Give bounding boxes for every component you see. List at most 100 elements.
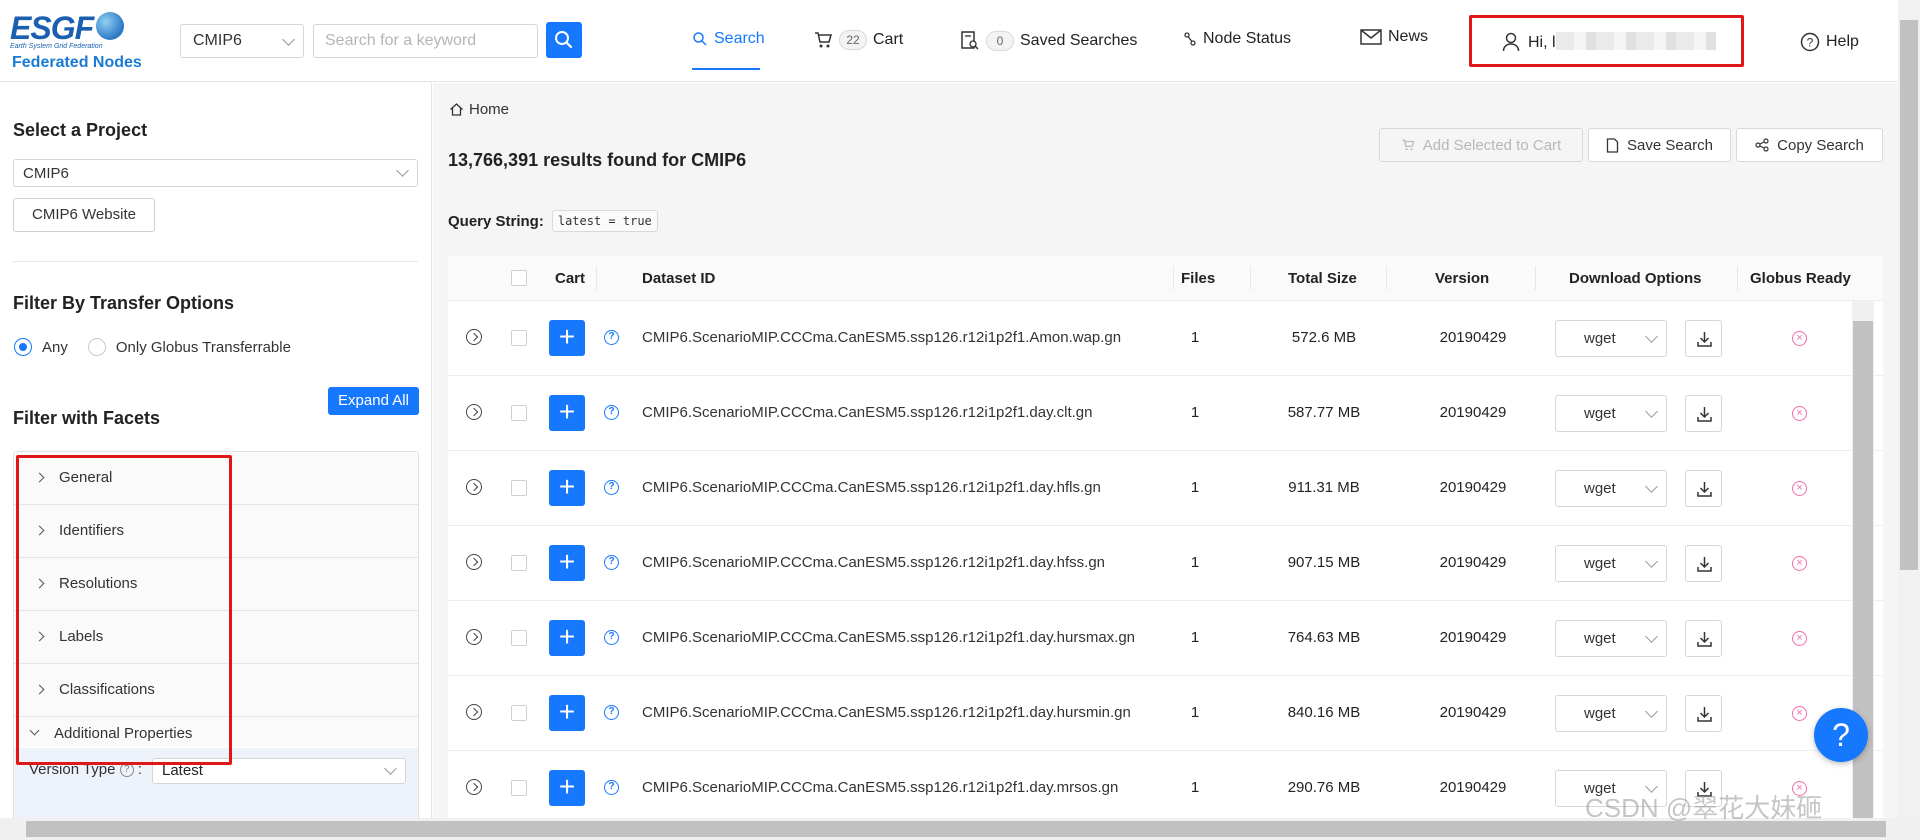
transfer-radio-group: Any Only Globus Transferrable (14, 338, 291, 356)
info-icon[interactable]: ? (604, 480, 619, 495)
download-icon (1697, 632, 1712, 647)
download-options-select[interactable]: wget (1555, 695, 1667, 732)
table-row[interactable]: +? CMIP6.ScenarioMIP.CCCma.CanESM5.ssp126… (448, 376, 1883, 451)
col-cart: Cart (555, 270, 586, 287)
col-separator (1250, 266, 1251, 290)
nav-search[interactable]: Search (692, 30, 765, 48)
add-to-cart-button[interactable]: + (549, 770, 585, 806)
search-button[interactable] (546, 22, 582, 58)
project-website-button[interactable]: CMIP6 Website (13, 198, 155, 232)
info-icon[interactable]: ? (604, 780, 619, 795)
download-button[interactable] (1685, 695, 1722, 732)
download-options-select[interactable]: wget (1555, 320, 1667, 357)
row-checkbox[interactable] (511, 405, 527, 421)
info-icon[interactable]: ? (604, 405, 619, 420)
info-icon[interactable]: ? (604, 630, 619, 645)
query-string-value: latest = true (551, 210, 658, 232)
file-count: 1 (1190, 329, 1200, 346)
radio-any[interactable] (14, 338, 32, 356)
save-search-label: Save Search (1627, 136, 1713, 154)
chevron-down-icon (1645, 705, 1658, 718)
help-fab-button[interactable]: ? (1814, 708, 1868, 762)
add-to-cart-button[interactable]: + (549, 545, 585, 581)
download-button[interactable] (1685, 470, 1722, 507)
version: 20190429 (1439, 629, 1507, 646)
nav-cart[interactable]: 22 Cart (813, 30, 903, 50)
expand-row-icon[interactable] (466, 629, 482, 645)
row-checkbox[interactable] (511, 780, 527, 796)
table-row[interactable]: +? CMIP6.ScenarioMIP.CCCma.CanESM5.ssp126… (448, 601, 1883, 676)
add-to-cart-button[interactable]: + (549, 395, 585, 431)
row-checkbox[interactable] (511, 330, 527, 346)
copy-search-button[interactable]: Copy Search (1736, 128, 1883, 162)
add-selected-to-cart-button[interactable]: Add Selected to Cart (1379, 128, 1583, 162)
info-icon[interactable]: ? (604, 705, 619, 720)
info-icon[interactable]: ? (604, 555, 619, 570)
dataset-id: CMIP6.ScenarioMIP.CCCma.CanESM5.ssp126.r… (642, 779, 1119, 796)
user-menu[interactable]: Hi, l (1469, 15, 1744, 67)
project-select[interactable]: CMIP6 (180, 24, 304, 58)
add-to-cart-button[interactable]: + (549, 470, 585, 506)
download-icon (1697, 482, 1712, 497)
page-vertical-scrollbar[interactable] (1898, 0, 1920, 818)
download-button[interactable] (1685, 320, 1722, 357)
download-option-value: wget (1584, 705, 1616, 722)
download-button[interactable] (1685, 545, 1722, 582)
table-row[interactable]: +? CMIP6.ScenarioMIP.CCCma.CanESM5.ssp126… (448, 451, 1883, 526)
nav-node-status[interactable]: Node Status (1183, 30, 1291, 48)
col-total-size: Total Size (1288, 270, 1357, 287)
row-checkbox[interactable] (511, 555, 527, 571)
expand-row-icon[interactable] (466, 479, 482, 495)
table-row[interactable]: +? CMIP6.ScenarioMIP.CCCma.CanESM5.ssp126… (448, 676, 1883, 751)
add-to-cart-button[interactable]: + (549, 695, 585, 731)
file-count: 1 (1190, 404, 1200, 421)
esgf-logo[interactable]: ESGF Earth System Grid Federation Federa… (10, 10, 145, 74)
globus-not-ready-icon: × (1792, 481, 1807, 496)
download-options-select[interactable]: wget (1555, 620, 1667, 657)
download-button[interactable] (1685, 620, 1722, 657)
nav-news[interactable]: News (1360, 28, 1428, 46)
row-checkbox[interactable] (511, 480, 527, 496)
home-icon (450, 103, 463, 116)
expand-row-icon[interactable] (466, 554, 482, 570)
table-header: Cart Dataset ID Files Total Size Version… (448, 256, 1883, 301)
row-checkbox[interactable] (511, 630, 527, 646)
dataset-id: CMIP6.ScenarioMIP.CCCma.CanESM5.ssp126.r… (642, 629, 1136, 646)
expand-all-button[interactable]: Expand All (328, 387, 419, 415)
expand-row-icon[interactable] (466, 404, 482, 420)
breadcrumb-home: Home (469, 101, 510, 118)
nav-help[interactable]: ? Help (1800, 32, 1859, 52)
radio-globus-only[interactable] (87, 338, 106, 356)
breadcrumb[interactable]: Home (449, 101, 509, 118)
total-size: 911.31 MB (1288, 479, 1360, 496)
select-all-checkbox[interactable] (511, 270, 527, 286)
svg-text:?: ? (1807, 36, 1814, 50)
help-circle-icon[interactable]: ? (119, 763, 134, 778)
copy-search-label: Copy Search (1777, 136, 1864, 154)
search-icon (693, 32, 707, 46)
version: 20190429 (1439, 329, 1507, 346)
download-options-select[interactable]: wget (1555, 545, 1667, 582)
expand-row-icon[interactable] (466, 329, 482, 345)
mail-icon (1360, 29, 1382, 45)
keyword-search-input[interactable] (313, 24, 538, 58)
globe-icon (96, 12, 124, 40)
add-to-cart-button[interactable]: + (549, 620, 585, 656)
download-options-select[interactable]: wget (1555, 470, 1667, 507)
add-to-cart-button[interactable]: + (549, 320, 585, 356)
download-button[interactable] (1685, 395, 1722, 432)
table-row[interactable]: +? CMIP6.ScenarioMIP.CCCma.CanESM5.ssp126… (448, 526, 1883, 601)
scrollbar-thumb[interactable] (1900, 20, 1918, 570)
nav-saved-searches[interactable]: 0 Saved Searches (960, 30, 1137, 52)
expand-row-icon[interactable] (466, 704, 482, 720)
nav-help-label: Help (1826, 33, 1859, 50)
save-search-button[interactable]: Save Search (1588, 128, 1731, 162)
row-checkbox[interactable] (511, 705, 527, 721)
table-row[interactable]: +? CMIP6.ScenarioMIP.CCCma.CanESM5.ssp126… (448, 301, 1883, 376)
globus-not-ready-icon: × (1792, 706, 1807, 721)
download-options-select[interactable]: wget (1555, 395, 1667, 432)
info-icon[interactable]: ? (604, 330, 619, 345)
sidebar-project-select[interactable]: CMIP6 (13, 159, 418, 187)
col-dataset-id: Dataset ID (642, 270, 716, 287)
expand-row-icon[interactable] (466, 779, 482, 795)
